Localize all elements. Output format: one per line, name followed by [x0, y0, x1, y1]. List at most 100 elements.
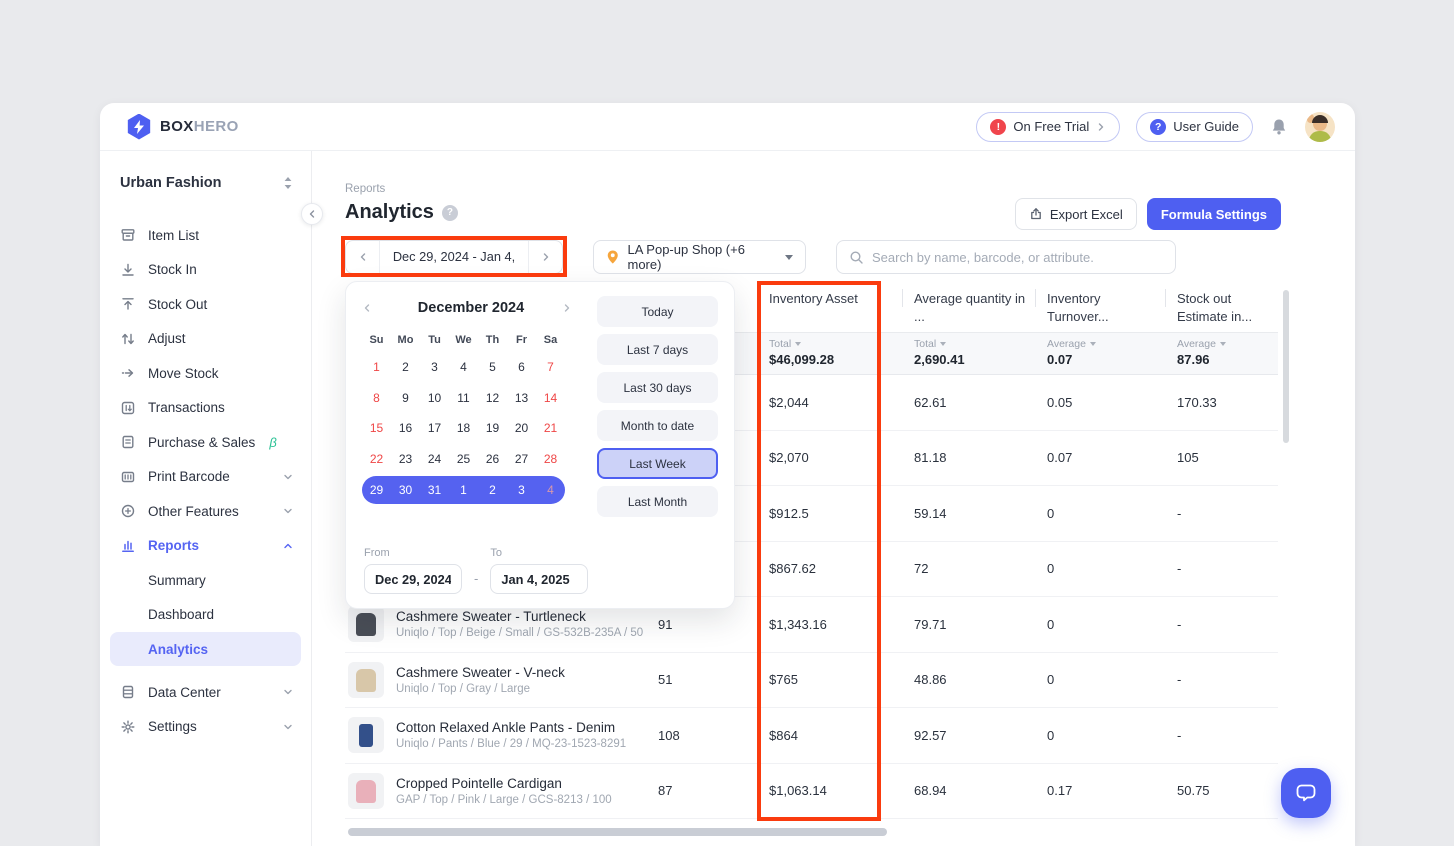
formula-settings-button[interactable]: Formula Settings [1147, 198, 1281, 230]
calendar-day[interactable]: 18 [449, 413, 478, 444]
date-prev-button[interactable] [346, 241, 379, 273]
column-header-average-quantity[interactable]: Average quantity in ... [902, 283, 1035, 332]
cell-quantity: 87 [648, 764, 757, 819]
calendar-day[interactable]: 28 [536, 444, 565, 475]
table-row[interactable]: Cotton Relaxed Ankle Pants - Denim Uniql… [345, 708, 1278, 764]
aggregation-dropdown[interactable]: Total [769, 338, 894, 350]
product-attributes: Uniqlo / Top / Gray / Large [396, 683, 565, 695]
table-row[interactable]: Cashmere Sweater - V-neck Uniqlo / Top /… [345, 653, 1278, 709]
sidebar-item-move-stock[interactable]: Move Stock [100, 356, 311, 391]
cell-inventory-turnover: 0 [1035, 653, 1165, 708]
search-input[interactable] [872, 250, 1163, 265]
sidebar-item-purchase-sales[interactable]: Purchase & Sales β [100, 425, 311, 460]
calendar-day[interactable]: 22 [362, 444, 391, 475]
quick-range-last-week[interactable]: Last Week [597, 448, 718, 479]
calendar-day-selected[interactable]: 1 [449, 476, 478, 504]
sidebar-item-item-list[interactable]: Item List [100, 218, 311, 253]
sidebar-item-dashboard[interactable]: Dashboard [100, 598, 311, 633]
product-thumbnail [348, 773, 384, 809]
calendar-day[interactable]: 14 [536, 383, 565, 414]
calendar-day[interactable]: 13 [507, 383, 536, 414]
aggregation-dropdown[interactable]: Average [1047, 338, 1157, 350]
quick-range-last-month[interactable]: Last Month [597, 486, 718, 517]
sidebar-item-other-features[interactable]: Other Features [100, 494, 311, 529]
calendar-day[interactable]: 27 [507, 444, 536, 475]
calendar-day-selected[interactable]: 31 [420, 476, 449, 504]
calendar-day[interactable]: 5 [478, 352, 507, 383]
top-bar: BOXHERO ! On Free Trial ? User Guide [100, 103, 1355, 151]
calendar-day[interactable]: 23 [391, 444, 420, 475]
date-next-button[interactable] [529, 241, 562, 273]
calendar-day-selected[interactable]: 30 [391, 476, 420, 504]
aggregation-dropdown[interactable]: Total [914, 338, 1027, 350]
calendar-day[interactable]: 12 [478, 383, 507, 414]
user-avatar[interactable] [1305, 112, 1335, 142]
sidebar-item-analytics[interactable]: Analytics [110, 632, 301, 666]
boxhero-logo[interactable]: BOXHERO [126, 114, 239, 140]
calendar-day[interactable]: 1 [362, 352, 391, 383]
calendar-day-selected[interactable]: 3 [507, 476, 536, 504]
calendar-next-month-button[interactable] [562, 303, 580, 313]
location-filter-dropdown[interactable]: LA Pop-up Shop (+6 more) [593, 240, 806, 274]
help-icon[interactable]: ? [442, 205, 458, 221]
calendar-day[interactable]: 26 [478, 444, 507, 475]
calendar-day[interactable]: 25 [449, 444, 478, 475]
quick-range-today[interactable]: Today [597, 296, 718, 327]
sidebar-item-reports[interactable]: Reports [100, 529, 311, 564]
calendar-day[interactable]: 17 [420, 413, 449, 444]
vertical-scrollbar[interactable] [1283, 290, 1289, 443]
calendar-day[interactable]: 21 [536, 413, 565, 444]
export-excel-button[interactable]: Export Excel [1015, 198, 1137, 230]
calendar-day-selected[interactable]: 29 [362, 476, 391, 504]
calendar-day[interactable]: 2 [391, 352, 420, 383]
sidebar-item-stock-in[interactable]: Stock In [100, 253, 311, 288]
horizontal-scrollbar[interactable] [348, 828, 887, 836]
column-header-stockout-estimate[interactable]: Stock out Estimate in... [1165, 283, 1278, 332]
aggregation-dropdown[interactable]: Average [1177, 338, 1270, 350]
quick-range-last-30-days[interactable]: Last 30 days [597, 372, 718, 403]
sidebar-item-print-barcode[interactable]: Print Barcode [100, 460, 311, 495]
calendar-day[interactable]: 9 [391, 383, 420, 414]
calendar-day[interactable]: 15 [362, 413, 391, 444]
user-guide-button[interactable]: ? User Guide [1136, 112, 1253, 142]
date-range-value[interactable]: Dec 29, 2024 - Jan 4, 2025 [379, 241, 529, 273]
team-name: Urban Fashion [120, 175, 222, 191]
sidebar-item-data-center[interactable]: Data Center [100, 675, 311, 710]
sidebar-collapse-button[interactable] [301, 203, 323, 225]
calendar-day[interactable]: 4 [449, 352, 478, 383]
column-header-inventory-turnover[interactable]: Inventory Turnover... [1035, 283, 1165, 332]
column-header-inventory-asset[interactable]: Inventory Asset [757, 283, 902, 332]
team-switcher[interactable]: Urban Fashion [100, 169, 311, 197]
calendar-day[interactable]: 20 [507, 413, 536, 444]
cell-average-quantity: 79.71 [902, 597, 1035, 652]
calendar-day[interactable]: 3 [420, 352, 449, 383]
calendar-day-selected[interactable]: 2 [478, 476, 507, 504]
calendar-day[interactable]: 19 [478, 413, 507, 444]
sidebar-item-transactions[interactable]: Transactions [100, 391, 311, 426]
bell-icon[interactable] [1269, 117, 1289, 137]
calendar-day[interactable]: 8 [362, 383, 391, 414]
to-date-input[interactable] [490, 564, 588, 594]
table-row[interactable]: Cropped Pointelle Cardigan GAP / Top / P… [345, 764, 1278, 820]
quick-range-last-7-days[interactable]: Last 7 days [597, 334, 718, 365]
sidebar-item-label: Move Stock [148, 366, 219, 381]
sidebar-item-adjust[interactable]: Adjust [100, 322, 311, 357]
free-trial-button[interactable]: ! On Free Trial [976, 112, 1120, 142]
calendar-day-selected[interactable]: 4 [536, 476, 565, 504]
quick-range-month-to-date[interactable]: Month to date [597, 410, 718, 441]
calendar-prev-month-button[interactable] [362, 303, 380, 313]
weekday-label: Sa [536, 328, 565, 352]
sidebar-item-settings[interactable]: Settings [100, 710, 311, 745]
calendar-day[interactable]: 7 [536, 352, 565, 383]
sidebar-item-summary[interactable]: Summary [100, 563, 311, 598]
calendar-day[interactable]: 16 [391, 413, 420, 444]
product-attributes: Uniqlo / Top / Beige / Small / GS-532B-2… [396, 627, 643, 639]
calendar-day[interactable]: 6 [507, 352, 536, 383]
from-date-input[interactable] [364, 564, 462, 594]
chat-widget-button[interactable] [1281, 768, 1331, 818]
calendar-day[interactable]: 11 [449, 383, 478, 414]
calendar-day[interactable]: 10 [420, 383, 449, 414]
calendar-day[interactable]: 24 [420, 444, 449, 475]
sidebar-item-stock-out[interactable]: Stock Out [100, 287, 311, 322]
arrow-down-line-icon [120, 262, 136, 278]
